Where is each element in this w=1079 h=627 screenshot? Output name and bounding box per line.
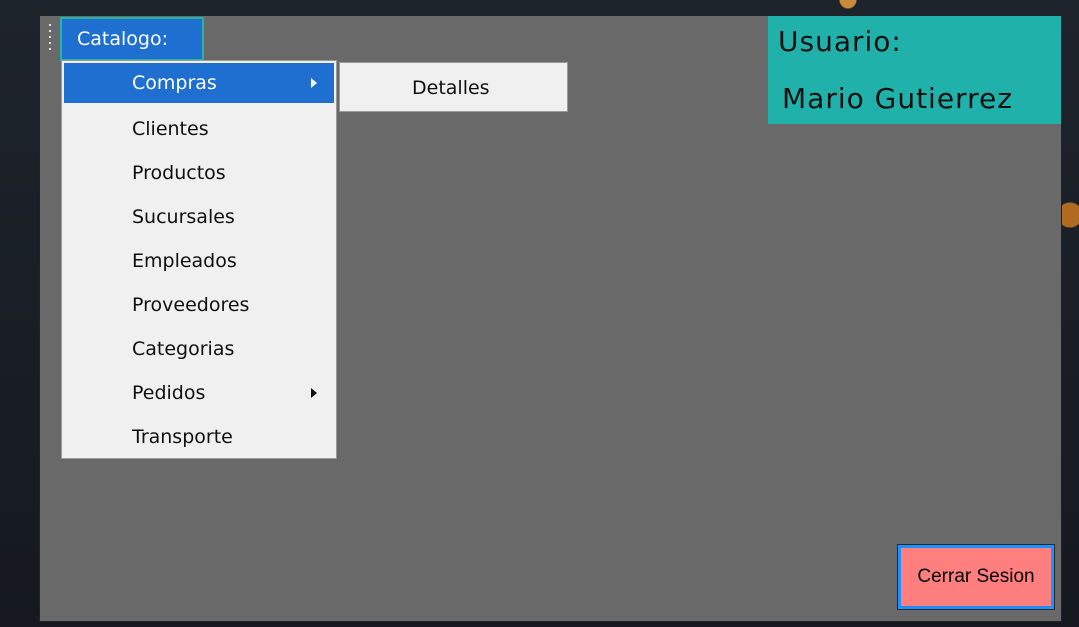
menubar: Catalogo: bbox=[40, 16, 210, 62]
user-panel: Usuario: Mario Gutierrez bbox=[768, 16, 1061, 124]
user-label: Usuario: bbox=[778, 25, 902, 58]
submenu-item-detalles[interactable]: Detalles bbox=[412, 63, 490, 113]
menu-item-proveedores[interactable]: Proveedores bbox=[64, 285, 334, 325]
menu-item-clientes[interactable]: Clientes bbox=[64, 109, 334, 149]
menubar-grip-icon[interactable] bbox=[48, 22, 52, 50]
menu-item-label: Empleados bbox=[132, 250, 237, 272]
menu-item-sucursales[interactable]: Sucursales bbox=[64, 197, 334, 237]
submenu-arrow-icon bbox=[311, 388, 317, 398]
menu-item-transporte[interactable]: Transporte bbox=[64, 417, 334, 457]
menu-item-productos[interactable]: Productos bbox=[64, 153, 334, 193]
logout-button[interactable]: Cerrar Sesion bbox=[897, 544, 1055, 610]
menu-item-label: Transporte bbox=[132, 426, 233, 448]
menu-item-label: Clientes bbox=[132, 118, 209, 140]
submenu-arrow-icon bbox=[311, 78, 317, 88]
menu-item-label: Sucursales bbox=[132, 206, 235, 228]
menu-item-label: Categorias bbox=[132, 338, 235, 360]
user-name: Mario Gutierrez bbox=[782, 82, 1013, 115]
compras-submenu: Detalles bbox=[339, 62, 568, 112]
menu-item-categorias[interactable]: Categorias bbox=[64, 329, 334, 369]
menu-catalogo[interactable]: Catalogo: bbox=[60, 17, 204, 61]
menu-item-pedidos[interactable]: Pedidos bbox=[64, 373, 334, 413]
menu-item-label: Proveedores bbox=[132, 294, 250, 316]
menu-item-label: Pedidos bbox=[132, 382, 206, 404]
menu-item-empleados[interactable]: Empleados bbox=[64, 241, 334, 281]
menu-item-label: Compras bbox=[132, 72, 217, 94]
menu-item-label: Productos bbox=[132, 162, 226, 184]
catalogo-dropdown-menu: Compras Clientes Productos Sucursales Em… bbox=[61, 60, 337, 459]
menu-item-compras[interactable]: Compras bbox=[64, 63, 334, 103]
